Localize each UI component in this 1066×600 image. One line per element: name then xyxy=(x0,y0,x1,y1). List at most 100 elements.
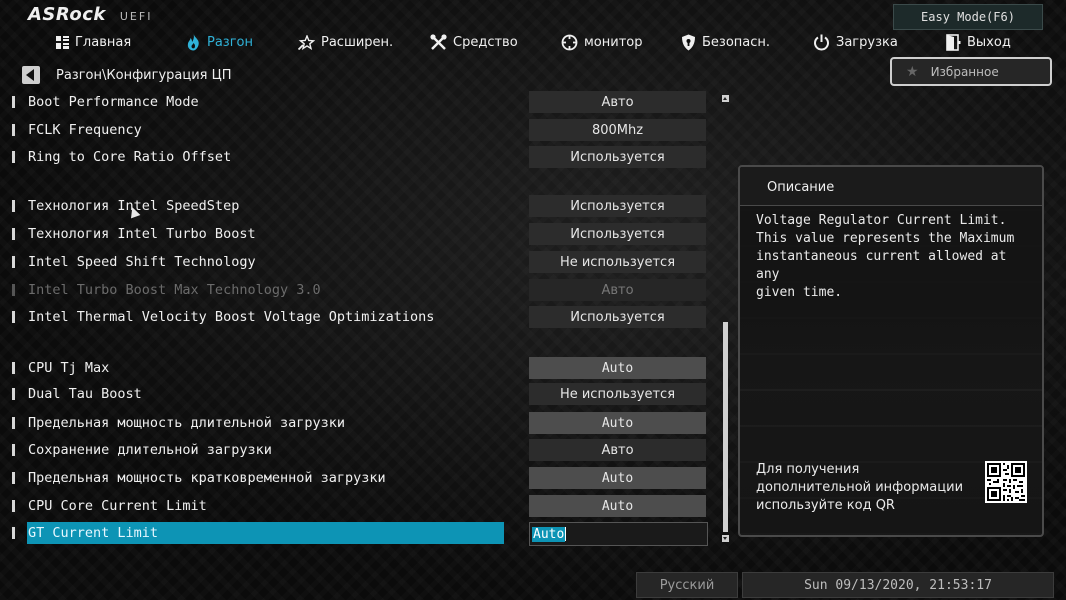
brand-text: ASRock xyxy=(28,4,106,25)
star-icon: ★ xyxy=(906,63,919,80)
favorites-button[interactable]: ★ Избранное xyxy=(890,57,1052,86)
setting-row[interactable]: Dual Tau Boost Не используется xyxy=(12,383,712,405)
asrock-logo: ASRock UEFI xyxy=(28,4,152,28)
row-marker xyxy=(12,228,15,240)
row-marker xyxy=(12,388,15,400)
setting-row[interactable]: Intel Speed Shift Technology Не использу… xyxy=(12,251,712,273)
setting-value[interactable]: Используется xyxy=(529,223,706,245)
setting-value[interactable]: Используется xyxy=(529,195,706,217)
description-line: instantaneous current allowed at any xyxy=(756,249,1007,282)
setting-row[interactable]: Boot Performance Mode Авто xyxy=(12,91,712,113)
setting-label: Boot Performance Mode xyxy=(28,94,199,110)
setting-label: FCLK Frequency xyxy=(28,122,142,138)
setting-row[interactable]: FCLK Frequency 800Mhz xyxy=(12,119,712,141)
tab-monitor-label: монитор xyxy=(584,34,643,50)
tab-tools-label: Средство xyxy=(453,34,518,50)
setting-label: Dual Tau Boost xyxy=(28,386,142,402)
qr-hint: Для получения дополнительной информации … xyxy=(756,461,963,515)
setting-label: CPU Core Current Limit xyxy=(28,498,207,514)
tab-security-label: Безопасн. xyxy=(702,34,771,50)
qr-hint-line: Для получения xyxy=(756,462,860,477)
setting-value[interactable]: Не используется xyxy=(529,251,706,273)
main-nav: Главная Разгон Расширен. Средство монито… xyxy=(0,30,1066,56)
setting-label: Предельная мощность длительной загрузки xyxy=(28,415,345,431)
setting-row[interactable]: Сохранение длительной загрузки Авто xyxy=(12,439,712,461)
tab-tools[interactable]: Средство xyxy=(430,30,518,54)
uefi-text: UEFI xyxy=(119,10,153,23)
tab-boot-label: Загрузка xyxy=(836,34,898,50)
description-body: Voltage Regulator Current Limit. This va… xyxy=(740,206,1042,302)
setting-row-disabled: Intel Turbo Boost Max Technology 3.0 Авт… xyxy=(12,279,712,301)
setting-row[interactable]: Предельная мощность длительной загрузки … xyxy=(12,412,712,434)
row-marker xyxy=(12,200,15,212)
row-marker xyxy=(12,362,15,374)
tab-main[interactable]: Главная xyxy=(56,30,131,54)
setting-value[interactable]: Auto xyxy=(529,495,706,517)
row-marker xyxy=(12,151,15,163)
text-caret xyxy=(565,527,567,541)
grid-icon xyxy=(56,35,69,49)
row-marker xyxy=(12,284,15,296)
setting-value[interactable]: 800Mhz xyxy=(529,119,706,141)
setting-row[interactable]: Ring to Core Ratio Offset Используется xyxy=(12,146,712,168)
tab-oc[interactable]: Разгон xyxy=(186,30,253,54)
row-marker xyxy=(12,472,15,484)
setting-value[interactable]: Используется xyxy=(529,146,706,168)
description-line: Voltage Regulator Current Limit. xyxy=(756,213,1007,228)
row-marker xyxy=(12,96,15,108)
setting-value[interactable]: Не используется xyxy=(529,383,706,405)
setting-label: Intel Thermal Velocity Boost Voltage Opt… xyxy=(28,309,435,325)
row-marker xyxy=(12,311,15,323)
setting-value[interactable]: Используется xyxy=(529,306,706,328)
tab-exit-label: Выход xyxy=(967,34,1011,50)
setting-value: Авто xyxy=(529,279,706,301)
setting-label: Технология Intel Turbo Boost xyxy=(28,226,256,242)
shield-icon xyxy=(682,34,695,50)
description-line: given time. xyxy=(756,285,843,300)
setting-label: Предельная мощность кратковременной загр… xyxy=(28,470,386,486)
row-marker xyxy=(12,256,15,268)
setting-row[interactable]: Intel Thermal Velocity Boost Voltage Opt… xyxy=(12,306,712,328)
setting-row[interactable]: Технология Intel Turbo Boost Используетс… xyxy=(12,223,712,245)
qr-hint-line: используйте код QR xyxy=(756,498,895,513)
setting-row[interactable]: Предельная мощность кратковременной загр… xyxy=(12,467,712,489)
tab-security[interactable]: Безопасн. xyxy=(681,30,770,54)
setting-value[interactable]: Auto xyxy=(529,357,706,379)
setting-label: Intel Speed Shift Technology xyxy=(28,254,256,270)
tab-monitor[interactable]: монитор xyxy=(561,30,643,54)
selected-value-text: Auto xyxy=(532,526,566,542)
tab-advanced[interactable]: Расширен. xyxy=(298,30,393,54)
crosshair-icon xyxy=(561,34,578,50)
tab-boot[interactable]: Загрузка xyxy=(813,30,898,54)
setting-row[interactable]: CPU Tj Max Auto xyxy=(12,357,712,379)
tab-exit[interactable]: Выход xyxy=(946,30,1011,54)
description-line: This value represents the Maximum xyxy=(756,231,1015,246)
setting-row-selected[interactable]: GT Current Limit Auto xyxy=(12,522,712,546)
setting-label: Intel Turbo Boost Max Technology 3.0 xyxy=(28,282,321,298)
back-button[interactable] xyxy=(22,66,40,84)
row-marker xyxy=(12,500,15,512)
breadcrumb: Разгон\Конфигурация ЦП xyxy=(22,64,232,86)
easy-mode-button[interactable]: Easy Mode(F6) xyxy=(893,4,1043,30)
power-icon xyxy=(814,34,829,50)
scroll-thumb[interactable] xyxy=(723,322,728,532)
setting-value[interactable]: Auto xyxy=(529,412,706,434)
setting-value-input[interactable]: Auto xyxy=(529,522,708,546)
setting-row[interactable]: CPU Core Current Limit Auto xyxy=(12,495,712,517)
description-panel: Описание Voltage Regulator Current Limit… xyxy=(738,165,1044,537)
setting-label: Сохранение длительной загрузки xyxy=(28,442,272,458)
setting-row[interactable]: Технология Intel SpeedStep Используется xyxy=(12,195,712,217)
scrollbar[interactable] xyxy=(720,95,730,544)
scroll-up-arrow-icon[interactable] xyxy=(722,95,729,102)
star-wrench-icon xyxy=(298,34,315,50)
scroll-down-arrow-icon[interactable] xyxy=(722,535,729,542)
qr-hint-line: дополнительной информации xyxy=(756,480,964,495)
setting-value[interactable]: Авто xyxy=(529,439,706,461)
tab-main-label: Главная xyxy=(75,34,132,50)
language-button[interactable]: Русский xyxy=(636,572,738,598)
setting-value[interactable]: Auto xyxy=(529,467,706,489)
favorites-label: Избранное xyxy=(930,64,999,79)
setting-value[interactable]: Авто xyxy=(529,91,706,113)
row-marker xyxy=(12,124,15,136)
tab-advanced-label: Расширен. xyxy=(321,34,394,50)
